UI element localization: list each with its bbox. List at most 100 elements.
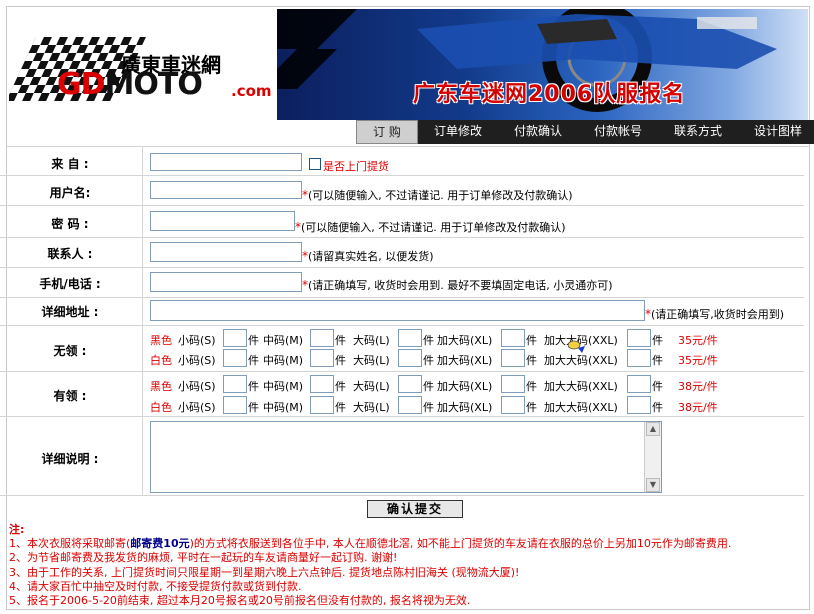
unit: 件 [335,380,346,393]
size-xl: 加大码(XL) [437,401,493,414]
password-label: 密 码 : [51,217,89,231]
address-input[interactable] [150,300,645,321]
note-5: 5、报名于2006-5-20前结束, 超过本月20号报名或20号前报名但没有付款… [9,594,471,608]
qty-input[interactable] [398,329,422,347]
username-hint: *(可以随便输入, 不过请谨记. 用于订单修改及付款确认) [302,188,573,202]
mouse-cursor-icon [568,340,585,353]
from-label: 来 自 : [51,157,89,171]
unit: 件 [423,401,434,414]
contact-hint: *(请留真实姓名, 以便发货) [302,249,434,263]
unit: 件 [652,401,663,414]
qty-input[interactable] [223,396,247,414]
unit: 件 [335,354,346,367]
size-l: 大码(L) [353,354,390,367]
scroll-down-icon[interactable]: ▼ [646,478,660,492]
unit: 件 [248,334,259,347]
note-2: 2、为节省邮寄费及我发货的麻烦, 平时在一起玩的车友请商量好一起订购. 谢谢! [9,551,398,565]
size-xxl: 加大大码(XXL) [544,354,618,367]
notes-label: 详细说明 : [41,452,99,466]
qty-input[interactable] [501,375,525,393]
unit: 件 [335,401,346,414]
price: 38元/件 [678,401,718,414]
phone-hint: *(请正确填写, 收货时会用到. 最好不要填固定电话, 小灵通亦可) [302,278,613,292]
qty-input[interactable] [310,329,334,347]
note-1: 1、本次衣服将采取邮寄(邮寄费10元)的方式将衣服送到各位手中, 本人在顺德北滘… [9,537,732,551]
qty-input[interactable] [627,396,651,414]
size-xl: 加大码(XL) [437,380,493,393]
address-label: 详细地址 : [41,305,99,319]
unit: 件 [248,401,259,414]
size-l: 大码(L) [353,380,390,393]
collarless-label: 无领 : [53,344,87,358]
unit: 件 [423,334,434,347]
qty-input[interactable] [627,329,651,347]
phone-label: 手机/电话 : [39,277,101,291]
qty-input[interactable] [627,375,651,393]
size-xxl: 加大大码(XXL) [544,401,618,414]
qty-input[interactable] [501,329,525,347]
password-hint: *(可以随便输入, 不过请谨记. 用于订单修改及付款确认) [295,220,566,234]
color-white: 白色 [150,401,172,414]
size-l: 大码(L) [353,334,390,347]
unit: 件 [335,334,346,347]
tab-design[interactable]: 设计图样 [738,120,814,144]
qty-input[interactable] [398,375,422,393]
size-xl: 加大码(XL) [437,354,493,367]
size-s: 小码(S) [178,334,216,347]
qty-input[interactable] [310,375,334,393]
unit: 件 [248,354,259,367]
scroll-up-icon[interactable]: ▲ [646,422,660,436]
pickup-checkbox[interactable] [309,158,321,170]
username-input[interactable] [150,181,302,199]
tab-payment-confirm[interactable]: 付款确认 [498,120,578,144]
qty-input[interactable] [310,349,334,367]
tab-order[interactable]: 订 购 [356,120,418,144]
unit: 件 [526,401,537,414]
qty-input[interactable] [398,349,422,367]
contact-input[interactable] [150,242,302,262]
tab-order-edit[interactable]: 订单修改 [418,120,498,144]
size-s: 小码(S) [178,354,216,367]
qty-input[interactable] [398,396,422,414]
unit: 件 [526,334,537,347]
logo-moto: GDMOTO [57,67,203,102]
size-m: 中码(M) [263,401,304,414]
tab-payment-account[interactable]: 付款帐号 [578,120,658,144]
price: 38元/件 [678,380,718,393]
address-hint: *(请正确填写,收货时会用到) [645,307,785,321]
scrollbar[interactable]: ▲ ▼ [644,422,661,492]
size-m: 中码(M) [263,334,304,347]
password-input[interactable] [150,211,295,231]
qty-input[interactable] [223,375,247,393]
qty-input[interactable] [501,349,525,367]
qty-input[interactable] [223,349,247,367]
qty-input[interactable] [310,396,334,414]
banner-title: 广东车迷网2006队服报名 [413,82,686,107]
phone-input[interactable] [150,272,302,292]
size-s: 小码(S) [178,380,216,393]
submit-button[interactable]: 确认提交 [367,500,463,518]
unit: 件 [526,354,537,367]
unit: 件 [652,380,663,393]
unit: 件 [248,380,259,393]
color-black: 黑色 [150,380,172,393]
contact-label: 联系人 : [47,247,93,261]
notes-title: 注: [9,523,25,536]
qty-input[interactable] [223,329,247,347]
qty-input[interactable] [501,396,525,414]
notes-textarea[interactable]: ▲ ▼ [150,421,662,493]
price: 35元/件 [678,354,718,367]
collared-label: 有领 : [53,389,87,403]
tab-contact[interactable]: 联系方式 [658,120,738,144]
username-label: 用户名: [49,186,91,200]
size-l: 大码(L) [353,401,390,414]
size-m: 中码(M) [263,380,304,393]
color-white: 白色 [150,354,172,367]
unit: 件 [423,354,434,367]
unit: 件 [423,380,434,393]
unit: 件 [652,334,663,347]
size-s: 小码(S) [178,401,216,414]
row-from: 来 自 : [0,146,804,176]
from-input[interactable] [150,153,302,171]
qty-input[interactable] [627,349,651,367]
